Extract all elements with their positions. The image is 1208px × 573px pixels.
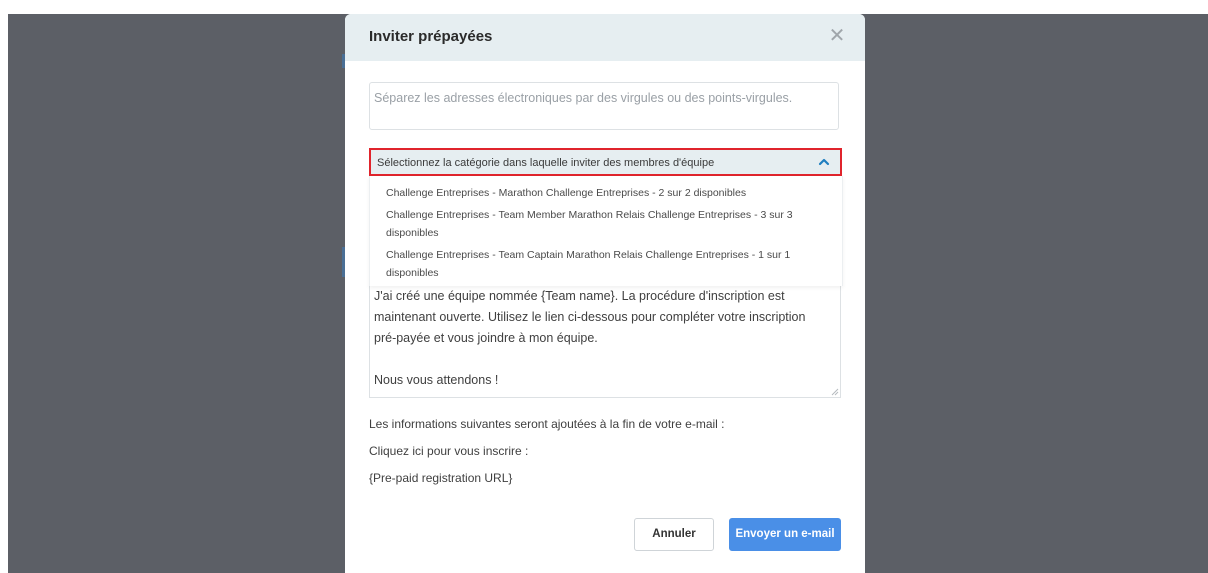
category-option[interactable]: Challenge Entreprises - Team Captain Mar… — [386, 246, 816, 282]
appended-info-intro: Les informations suivantes seront ajouté… — [369, 417, 725, 431]
message-line: Nous vous attendons ! — [374, 373, 499, 387]
category-option-text: disponibles — [386, 267, 439, 279]
category-option-text: Challenge Entreprises - Marathon Challen… — [386, 187, 747, 199]
email-addresses-input[interactable] — [369, 82, 839, 130]
message-line — [374, 349, 836, 370]
category-option-text: disponibles — [386, 227, 439, 239]
resize-handle-icon[interactable] — [831, 388, 839, 396]
chevron-up-icon — [818, 158, 830, 166]
category-select[interactable]: Sélectionnez la catégorie dans laquelle … — [369, 148, 842, 176]
category-option-text: Challenge Entreprises - Team Captain Mar… — [386, 249, 791, 261]
send-email-button[interactable]: Envoyer un e-mail — [729, 518, 841, 551]
message-line: J'ai créé une équipe nommée {Team name}.… — [374, 289, 785, 303]
message-textarea[interactable]: J'ai créé une équipe nommée {Team name}.… — [369, 286, 841, 398]
category-option[interactable]: Challenge Entreprises - Marathon Challen… — [386, 184, 816, 202]
message-line: pré-payée et vous joindre à mon équipe. — [374, 331, 598, 345]
invite-prepaid-dialog: Inviter prépayées ✕ Sélectionnez la caté… — [345, 14, 865, 573]
category-option[interactable]: Challenge Entreprises - Team Member Mara… — [386, 206, 816, 242]
dialog-title: Inviter prépayées — [369, 28, 493, 45]
registration-url-token: {Pre-paid registration URL} — [369, 471, 513, 485]
message-line: maintenant ouverte. Utilisez le lien ci-… — [374, 310, 806, 324]
close-icon[interactable]: ✕ — [827, 26, 847, 46]
category-option-text: Challenge Entreprises - Team Member Mara… — [386, 209, 793, 221]
register-cta-text: Cliquez ici pour vous inscrire : — [369, 444, 529, 458]
dialog-header: Inviter prépayées ✕ — [345, 14, 865, 61]
category-dropdown-list: Challenge Entreprises - Marathon Challen… — [369, 176, 843, 286]
cancel-button[interactable]: Annuler — [634, 518, 714, 551]
category-select-label: Sélectionnez la catégorie dans laquelle … — [377, 157, 715, 169]
